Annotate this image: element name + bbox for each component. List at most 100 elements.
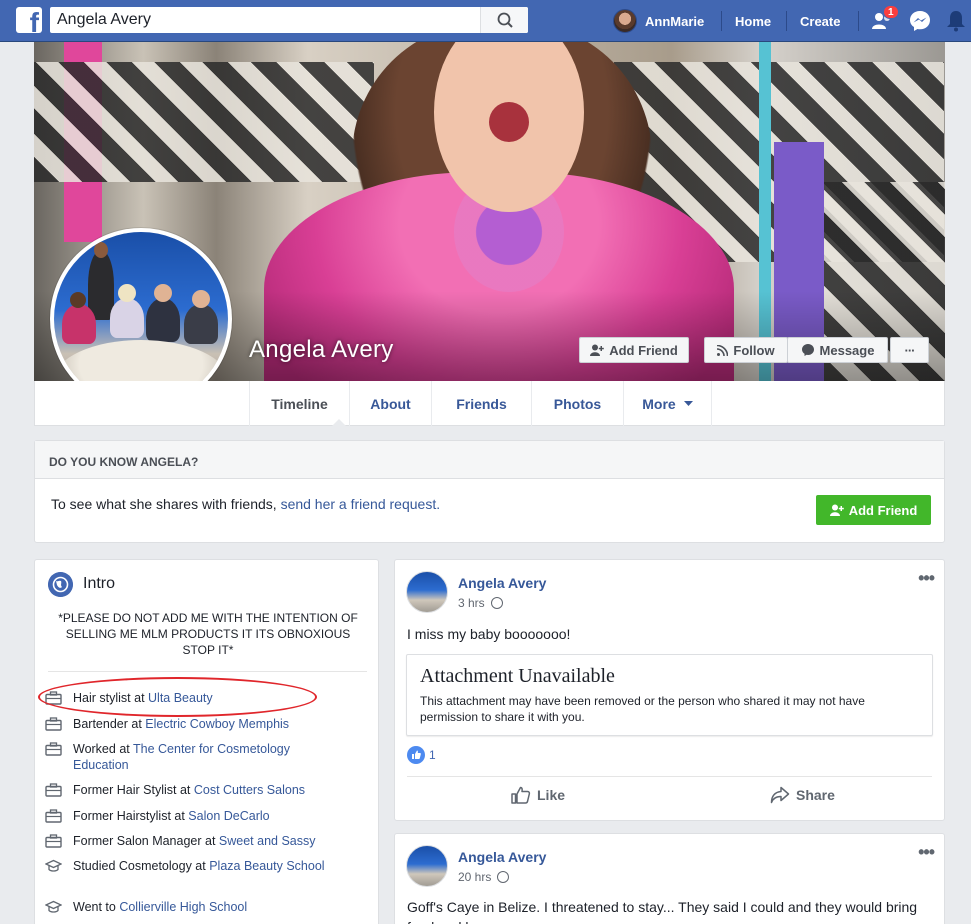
profile-shortcut[interactable]: AnnMarie xyxy=(613,0,704,42)
post-card: Angela Avery 20 hrs ••• Goff's Caye in B… xyxy=(394,833,945,924)
post-author-avatar[interactable] xyxy=(406,845,448,887)
messenger-small-icon xyxy=(801,344,814,356)
intro-bio: *PLEASE DO NOT ADD ME WITH THE INTENTION… xyxy=(58,611,358,657)
profile-name: Angela Avery xyxy=(249,336,394,363)
reaction-count-number: 1 xyxy=(429,748,436,762)
home-label: Home xyxy=(735,13,772,29)
follow-button[interactable]: Follow xyxy=(704,337,788,363)
caret-down-icon xyxy=(683,400,693,406)
do-you-know-heading: DO YOU KNOW ANGELA? xyxy=(35,441,944,479)
message-label: Message xyxy=(819,342,875,358)
like-button[interactable]: Like xyxy=(511,786,565,804)
post-author-name[interactable]: Angela Avery xyxy=(458,849,546,865)
facebook-logo-icon[interactable]: f xyxy=(16,7,42,33)
intro-title: Intro xyxy=(83,575,116,592)
search-input[interactable]: Angela Avery xyxy=(57,11,151,29)
add-friend-green-label: Add Friend xyxy=(848,502,918,518)
intro-item-prefix: Went to xyxy=(73,900,120,914)
attachment-unavailable-box: Attachment Unavailable This attachment m… xyxy=(406,654,933,736)
intro-item-prefix: Former Hairstylist at xyxy=(73,809,189,823)
more-options-icon: ··· xyxy=(904,342,916,358)
send-friend-request-link[interactable]: send her a friend request. xyxy=(281,496,441,512)
intro-item-prefix: Bartender at xyxy=(73,717,146,731)
user-name: AnnMarie xyxy=(645,13,705,29)
tab-more-label: More xyxy=(642,395,676,412)
intro-item-link[interactable]: Collierville High School xyxy=(119,900,247,914)
intro-item-link[interactable]: Salon DeCarlo xyxy=(188,809,269,823)
post-card: Angela Avery 3 hrs ••• I miss my baby bo… xyxy=(394,559,945,821)
follow-label: Follow xyxy=(733,342,775,358)
post-timestamp[interactable]: 20 hrs xyxy=(458,870,510,884)
active-tab-indicator xyxy=(332,419,346,426)
post-time-label: 3 hrs xyxy=(458,596,485,610)
search-button[interactable] xyxy=(480,7,528,33)
post-time-label: 20 hrs xyxy=(458,870,492,884)
like-reaction-icon xyxy=(407,746,425,764)
share-button[interactable]: Share xyxy=(770,786,835,804)
do-you-know-card: DO YOU KNOW ANGELA? To see what she shar… xyxy=(34,440,945,543)
search-box[interactable]: Angela Avery xyxy=(50,7,528,33)
post-author-avatar[interactable] xyxy=(406,571,448,613)
search-icon xyxy=(497,12,513,28)
globe-intro-icon xyxy=(48,572,73,597)
intro-item-prefix: Former Hair Stylist at xyxy=(73,783,194,797)
more-options-button[interactable]: ··· xyxy=(890,337,929,363)
public-globe-icon xyxy=(490,597,503,609)
tab-photos-label: Photos xyxy=(553,395,602,412)
post-text: I miss my baby booooooo! xyxy=(407,626,571,642)
do-you-know-text: To see what she shares with friends, sen… xyxy=(51,496,440,512)
intro-item-prefix: Worked at xyxy=(73,742,133,756)
reaction-count[interactable]: 1 xyxy=(407,746,436,764)
rss-follow-icon xyxy=(717,344,729,356)
friend-requests-badge: 1 xyxy=(883,5,899,19)
create-link[interactable]: Create xyxy=(800,0,840,42)
add-friend-button[interactable]: Add Friend xyxy=(579,337,689,363)
intro-item-link[interactable]: Electric Cowboy Memphis xyxy=(145,717,289,731)
post-author-name[interactable]: Angela Avery xyxy=(458,575,546,591)
message-button[interactable]: Message xyxy=(787,337,888,363)
attachment-title: Attachment Unavailable xyxy=(420,665,615,687)
like-label: Like xyxy=(537,787,566,803)
messenger-icon[interactable] xyxy=(908,9,932,33)
create-label: Create xyxy=(800,13,841,29)
tab-photos[interactable]: Photos xyxy=(532,381,624,426)
thumbs-up-icon xyxy=(511,786,531,804)
graduation-cap-icon xyxy=(45,859,62,872)
share-arrow-icon xyxy=(770,786,790,804)
post-options-icon[interactable]: ••• xyxy=(918,842,935,863)
add-friend-green-button[interactable]: Add Friend xyxy=(816,495,931,525)
briefcase-icon xyxy=(45,834,62,848)
intro-item-link[interactable]: Sweet and Sassy xyxy=(219,834,316,848)
public-globe-icon xyxy=(497,871,510,883)
attachment-body: This attachment may have been removed or… xyxy=(420,694,865,724)
intro-item-link[interactable]: Plaza Beauty School xyxy=(209,859,324,873)
share-label: Share xyxy=(796,787,835,803)
tab-friends[interactable]: Friends xyxy=(432,381,532,426)
divider xyxy=(48,671,367,672)
intro-card: Intro *PLEASE DO NOT ADD ME WITH THE INT… xyxy=(34,559,379,924)
briefcase-icon xyxy=(45,742,62,756)
divider xyxy=(407,776,932,777)
home-link[interactable]: Home xyxy=(735,0,771,42)
intro-item-prefix: Former Salon Manager at xyxy=(73,834,219,848)
briefcase-icon xyxy=(45,783,62,797)
do-you-know-prompt: To see what she shares with friends, xyxy=(51,496,281,512)
graduation-cap-icon xyxy=(45,900,62,913)
post-timestamp[interactable]: 3 hrs xyxy=(458,596,503,610)
tab-more[interactable]: More xyxy=(624,381,712,426)
briefcase-icon xyxy=(45,717,62,731)
add-friend-icon xyxy=(829,504,844,516)
add-friend-icon xyxy=(590,344,604,356)
tab-about[interactable]: About xyxy=(350,381,432,426)
top-navigation-bar: f Angela Avery AnnMarie Home Create 1 xyxy=(0,0,971,42)
post-options-icon[interactable]: ••• xyxy=(918,568,935,589)
tab-timeline-label: Timeline xyxy=(271,395,328,412)
tab-about-label: About xyxy=(370,395,411,412)
notifications-bell-icon[interactable] xyxy=(945,9,967,33)
post-text: Goff's Caye in Belize. I threatened to s… xyxy=(407,899,918,924)
tab-friends-label: Friends xyxy=(456,395,507,412)
briefcase-icon xyxy=(45,809,62,823)
intro-item-link[interactable]: Cost Cutters Salons xyxy=(194,783,305,797)
user-avatar xyxy=(613,9,637,33)
highlight-annotation xyxy=(38,677,317,717)
